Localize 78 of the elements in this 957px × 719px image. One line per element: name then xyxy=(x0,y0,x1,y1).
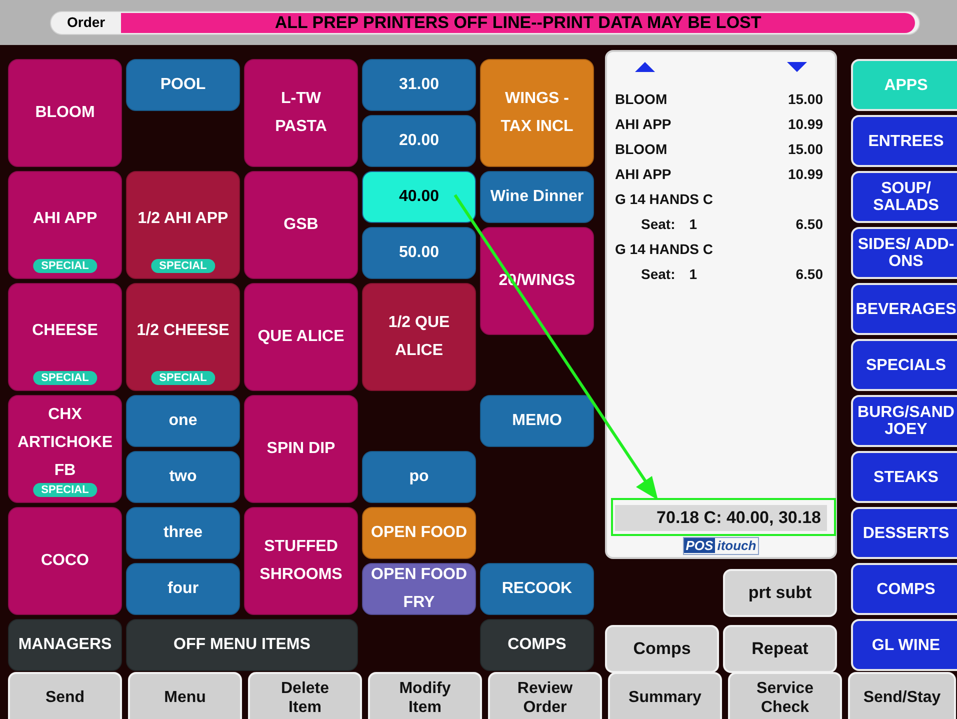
special-badge: SPECIAL xyxy=(33,483,97,497)
special-badge: SPECIAL xyxy=(151,259,215,273)
category-tab[interactable]: GL WINE xyxy=(851,619,957,671)
check-action-button[interactable]: Comps xyxy=(605,625,719,673)
check-action-button[interactable]: Repeat xyxy=(723,625,837,673)
category-tab[interactable]: ENTREES xyxy=(851,115,957,167)
menu-item-button[interactable]: COMPS xyxy=(480,619,594,671)
footer-button[interactable]: Send/Stay xyxy=(848,672,956,719)
menu-item-button[interactable]: POOL xyxy=(126,59,240,111)
menu-item-button[interactable]: 50.00 xyxy=(362,227,476,279)
alert-banner: ALL PREP PRINTERS OFF LINE--PRINT DATA MAY BE LOST xyxy=(121,12,915,32)
menu-item-button[interactable]: GSB xyxy=(244,171,358,279)
menu-item-button[interactable]: three xyxy=(126,507,240,559)
item-price: 6.50 xyxy=(796,265,824,283)
special-badge: SPECIAL xyxy=(151,371,215,385)
category-tab[interactable]: STEAKS xyxy=(851,451,957,503)
footer-button[interactable]: Service Check xyxy=(728,672,842,719)
item-name: AHI APP xyxy=(615,115,672,133)
menu-item-button[interactable]: 31.00 xyxy=(362,59,476,111)
menu-item-button[interactable]: AHI APP SPECIAL xyxy=(8,171,122,279)
menu-item-button[interactable]: 40.00 xyxy=(362,171,476,223)
footer-button[interactable]: Summary xyxy=(608,672,722,719)
seat-label: Seat: xyxy=(640,265,676,283)
footer-button[interactable]: Modify Item xyxy=(368,672,482,719)
footer-button[interactable]: Menu xyxy=(128,672,242,719)
item-name: G 14 HANDS C xyxy=(615,190,714,208)
item-name: BLOOM xyxy=(615,90,668,108)
footer-button[interactable]: Send xyxy=(8,672,122,719)
special-badge: SPECIAL xyxy=(33,259,97,273)
menu-item-button[interactable]: SPIN DIP xyxy=(244,395,358,503)
special-badge: SPECIAL xyxy=(33,371,97,385)
category-tab[interactable]: SIDES/ ADD-ONS xyxy=(851,227,957,279)
seat-label: Seat: xyxy=(640,215,676,233)
category-tab[interactable]: BEVERAGES xyxy=(851,283,957,335)
menu-item-button[interactable]: 1/2 AHI APP SPECIAL xyxy=(126,171,240,279)
menu-item-button[interactable]: two xyxy=(126,451,240,503)
item-name: G 14 HANDS C xyxy=(615,240,714,258)
logo: POS itouch xyxy=(682,537,760,555)
scroll-down-icon[interactable] xyxy=(787,62,807,72)
menu-item-button[interactable]: OPEN FOOD FRY xyxy=(362,563,476,615)
menu-item-button[interactable]: RECOOK xyxy=(480,563,594,615)
footer-button[interactable]: Delete Item xyxy=(248,672,362,719)
scroll-up-icon[interactable] xyxy=(635,62,655,72)
category-tab[interactable]: SPECIALS xyxy=(851,339,957,391)
menu-item-button[interactable]: L-TW PASTA xyxy=(244,59,358,167)
menu-item-button[interactable]: OFF MENU ITEMS xyxy=(126,619,358,671)
item-price: 15.00 xyxy=(788,90,824,108)
menu-item-button[interactable]: CHEESE SPECIAL xyxy=(8,283,122,391)
menu-item-button[interactable]: STUFFED SHROOMS xyxy=(244,507,358,615)
menu-item-button[interactable]: MANAGERS xyxy=(8,619,122,671)
category-tab[interactable]: BURG/SAND JOEY xyxy=(851,395,957,447)
menu-item-button[interactable]: one xyxy=(126,395,240,447)
menu-item-button[interactable]: CHX ARTICHOKE FB SPECIAL xyxy=(8,395,122,503)
seat-number: 1 xyxy=(688,215,698,233)
item-name: BLOOM xyxy=(615,140,668,158)
menu-item-button[interactable]: Wine Dinner xyxy=(480,171,594,223)
item-price: 15.00 xyxy=(788,140,824,158)
menu-item-button[interactable]: 1/2 CHEESE SPECIAL xyxy=(126,283,240,391)
menu-item-button[interactable]: four xyxy=(126,563,240,615)
seat-number: 1 xyxy=(688,265,698,283)
menu-item-button[interactable]: 1/2 QUE ALICE xyxy=(362,283,476,391)
menu-item-button[interactable]: BLOOM xyxy=(8,59,122,167)
menu-item-button[interactable]: po xyxy=(362,451,476,503)
category-tab[interactable]: SOUP/ SALADS xyxy=(851,171,957,223)
check-action-button[interactable]: prt subt xyxy=(723,569,837,617)
order-label: Order xyxy=(66,13,106,32)
category-tab[interactable]: COMPS xyxy=(851,563,957,615)
category-tab[interactable]: DESSERTS xyxy=(851,507,957,559)
item-price: 10.99 xyxy=(788,165,824,183)
item-name: AHI APP xyxy=(615,165,672,183)
menu-item-button[interactable]: MEMO xyxy=(480,395,594,447)
item-price: 10.99 xyxy=(788,115,824,133)
check-total: 70.18 C: 40.00, 30.18 xyxy=(615,505,827,531)
menu-item-button[interactable]: QUE ALICE xyxy=(244,283,358,391)
menu-item-button[interactable]: COCO xyxy=(8,507,122,615)
menu-item-button[interactable]: 20.00 xyxy=(362,115,476,167)
item-price: 6.50 xyxy=(796,215,824,233)
footer-button[interactable]: Review Order xyxy=(488,672,602,719)
